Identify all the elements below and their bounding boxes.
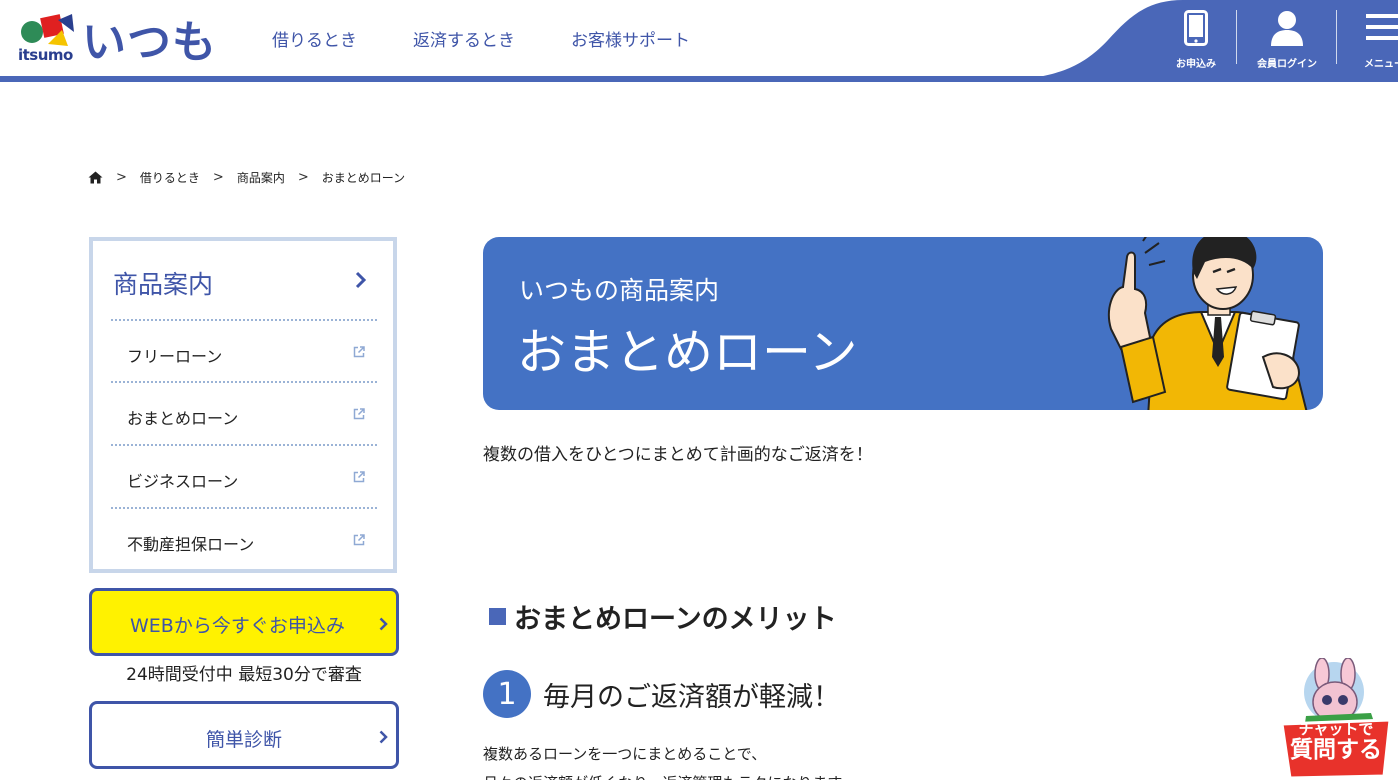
header-bottom-line xyxy=(0,76,1398,82)
header-apply-label: お申込み xyxy=(1176,59,1216,70)
section-heading: おまとめローンのメリット xyxy=(489,597,837,636)
home-icon[interactable] xyxy=(88,171,103,184)
sidebar-item-label: おまとめローン xyxy=(127,409,239,428)
businessman-illustration xyxy=(1107,237,1308,410)
user-icon xyxy=(1271,11,1303,46)
hero-banner: いつもの商品案内 おまとめローン xyxy=(483,237,1323,410)
site-logo[interactable]: itsumo いつも xyxy=(16,6,226,68)
sidebar-item-label: ビジネスローン xyxy=(127,472,239,491)
chevron-right-icon xyxy=(379,617,388,631)
product-sidebar: 商品案内 フリーローン おまとめローン ビジネスローン 不動産担保ローン xyxy=(89,237,397,573)
external-link-icon xyxy=(353,346,365,358)
breadcrumb-current: おまとめローン xyxy=(321,171,406,185)
merit-title: 毎月のご返済額が軽減！ xyxy=(543,681,840,713)
hero-title: おまとめローン xyxy=(517,324,858,381)
header-menu-button[interactable]: メニュー xyxy=(1344,8,1398,70)
web-apply-button[interactable]: WEBから今すぐお申込み xyxy=(89,588,399,656)
chat-label: チャットで 質問する xyxy=(1282,722,1390,762)
breadcrumb-separator: > xyxy=(297,170,309,185)
sidebar-item-label: フリーローン xyxy=(127,347,223,366)
hero-subtitle: いつもの商品案内 xyxy=(519,276,720,305)
main-nav: 借りるとき 返済するとき お客様サポート xyxy=(272,26,690,51)
breadcrumb-separator: > xyxy=(212,170,224,185)
merit-point: 1 毎月のご返済額が軽減！ xyxy=(483,670,840,718)
apply-note: 24時間受付中 最短30分で審査 xyxy=(126,665,362,685)
web-apply-label: WEBから今すぐお申込み xyxy=(130,615,345,637)
chevron-right-icon xyxy=(379,730,388,744)
header-divider xyxy=(1236,10,1237,64)
smartphone-icon xyxy=(1184,10,1208,46)
nav-support[interactable]: お客様サポート xyxy=(571,26,690,51)
heading-square-icon xyxy=(489,608,506,625)
nav-borrow[interactable]: 借りるとき xyxy=(272,26,357,51)
hamburger-menu-icon xyxy=(1366,14,1398,40)
sidebar-title[interactable]: 商品案内 xyxy=(113,265,213,301)
external-link-icon xyxy=(353,408,365,420)
site-header: itsumo いつも 借りるとき 返済するとき お客様サポート お申込み 会員ロ… xyxy=(0,0,1398,82)
lead-text: 複数の借入をひとつにまとめて計画的なご返済を！ xyxy=(483,445,873,465)
header-apply-button[interactable]: お申込み xyxy=(1156,8,1236,70)
merit-number-badge: 1 xyxy=(483,670,531,718)
nav-repay[interactable]: 返済するとき xyxy=(413,26,515,51)
body-text: 複数あるローンを一つにまとめることで、 xyxy=(483,745,767,763)
sidebar-item-business-loan[interactable]: ビジネスローン xyxy=(111,444,377,506)
header-login-label: 会員ログイン xyxy=(1257,59,1317,70)
breadcrumb-item[interactable]: 借りるとき xyxy=(140,169,200,186)
chat-label-line2: 質問する xyxy=(1290,737,1382,763)
breadcrumb: > 借りるとき > 商品案内 > おまとめローン xyxy=(88,169,405,186)
header-login-button[interactable]: 会員ログイン xyxy=(1247,8,1327,70)
logo-japanese-text: いつも xyxy=(82,17,217,68)
header-menu-label: メニュー xyxy=(1364,59,1398,70)
section-heading-text: おまとめローンのメリット xyxy=(514,604,837,635)
sidebar-item-label: 不動産担保ローン xyxy=(127,535,255,554)
breadcrumb-item[interactable]: 商品案内 xyxy=(237,169,285,186)
chevron-right-icon[interactable] xyxy=(355,271,367,289)
sidebar-item-free-loan[interactable]: フリーローン xyxy=(111,319,377,381)
logo-latin-text: itsumo xyxy=(18,46,73,64)
breadcrumb-separator: > xyxy=(116,170,127,185)
header-divider xyxy=(1336,10,1337,64)
logo-shapes-icon xyxy=(21,14,74,46)
sidebar-item-real-estate-loan[interactable]: 不動産担保ローン xyxy=(111,507,377,569)
chat-support-button[interactable]: チャットで 質問する xyxy=(1276,658,1396,780)
external-link-icon xyxy=(353,471,365,483)
external-link-icon xyxy=(353,534,365,546)
easy-diagnosis-button[interactable]: 簡単診断 xyxy=(89,701,399,769)
sidebar-item-consolidation-loan[interactable]: おまとめローン xyxy=(111,381,377,443)
easy-diagnosis-label: 簡単診断 xyxy=(205,729,282,751)
body-text: 月々の返済額が低くなり、返済管理もラクになります。 xyxy=(483,772,856,780)
chat-label-line1: チャットで xyxy=(1298,720,1374,738)
